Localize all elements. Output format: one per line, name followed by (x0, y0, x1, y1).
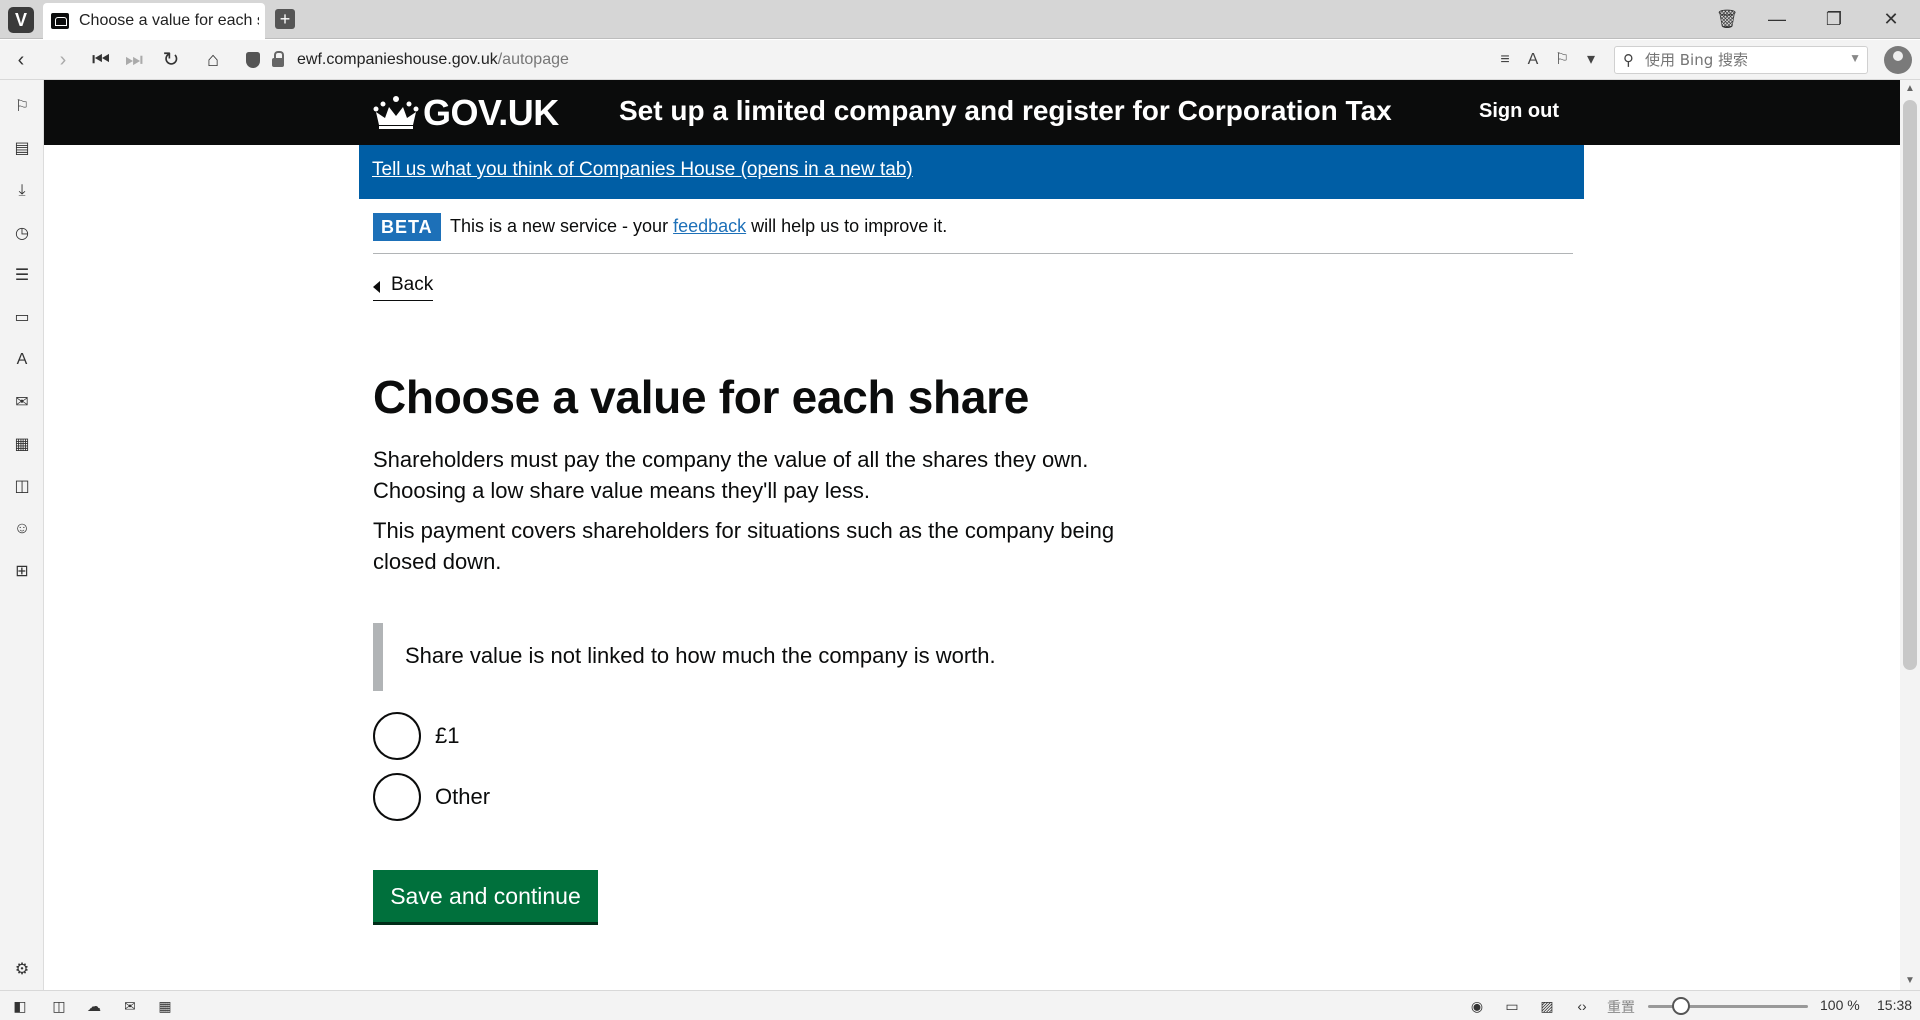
url-text[interactable]: ewf.companieshouse.gov.uk/autopage (297, 51, 569, 69)
page-tiling-icon[interactable]: ▭ (1502, 997, 1522, 1015)
translate-panel-icon[interactable]: A (11, 349, 33, 371)
clock: 15:38 (1877, 997, 1913, 1013)
notes-icon[interactable]: ☰ (11, 265, 33, 287)
bookmark-icon[interactable]: ⚐ (1551, 48, 1573, 72)
minimize-button[interactable]: — (1762, 6, 1792, 32)
vivaldi-menu-icon[interactable]: V (8, 7, 34, 33)
tab-tiling-icon[interactable]: ◫ (49, 997, 69, 1015)
shield-icon[interactable] (246, 52, 260, 68)
browser-status-bar: ◧ ◫ ☁ ✉ ▦ ◉ ▭ ▨ ‹› 重置 100 % 15:38 (0, 990, 1920, 1020)
capture-camera-icon[interactable]: ◉ (1467, 997, 1487, 1015)
inset-text-box: Share value is not linked to how much th… (373, 623, 1173, 691)
window-panel-icon[interactable]: ▭ (11, 307, 33, 329)
save-and-continue-button[interactable]: Save and continue (373, 870, 598, 922)
search-engine-dropdown-icon[interactable]: ▼ (1849, 51, 1861, 65)
feedback-link[interactable]: feedback (673, 216, 746, 236)
lock-icon[interactable] (272, 51, 284, 67)
feeds-icon[interactable]: ◫ (11, 476, 33, 498)
crown-icon (373, 96, 419, 129)
home-icon[interactable]: ⌂ (200, 48, 226, 72)
page-actions-icon[interactable]: ‹› (1572, 997, 1592, 1015)
radio-label[interactable]: Other (435, 784, 490, 810)
profile-avatar-icon[interactable] (1884, 46, 1912, 74)
history-icon[interactable]: ◷ (11, 223, 33, 245)
new-tab-button[interactable]: + (275, 9, 295, 29)
forward-nav-icon[interactable]: › (50, 48, 76, 72)
inset-text: Share value is not linked to how much th… (405, 643, 996, 668)
service-name[interactable]: Set up a limited company and register fo… (619, 95, 1392, 127)
restore-button[interactable]: ❐ (1819, 6, 1849, 32)
zoom-reset-button[interactable]: 重置 (1607, 997, 1635, 1017)
contacts-icon[interactable]: ☺ (11, 518, 33, 540)
page-title: Choose a value for each share (373, 371, 1030, 423)
image-toggle-icon[interactable]: ▨ (1537, 997, 1557, 1015)
govuk-favicon-icon (51, 13, 69, 29)
radio-button[interactable] (373, 773, 421, 821)
bookmarks-panel-icon[interactable]: ⚐ (11, 96, 33, 118)
downloads-icon[interactable]: ⤓ (11, 180, 33, 202)
reader-view-icon[interactable]: ≡ (1494, 48, 1516, 72)
radio-option-one-pound[interactable]: £1 (373, 712, 673, 760)
phase-banner: BETA This is a new service - your feedba… (373, 199, 1573, 254)
dropdown-icon[interactable]: ▾ (1580, 48, 1602, 72)
search-input[interactable] (1645, 49, 1835, 71)
browser-side-panel: ⚐ ▤ ⤓ ◷ ☰ ▭ A ✉ ▦ ◫ ☺ ⊞ ⚙ (0, 80, 44, 990)
back-link[interactable]: Back (373, 273, 434, 301)
tab-title: Choose a value for each share (79, 12, 259, 29)
radio-button[interactable] (373, 712, 421, 760)
zoom-percentage: 100 % (1820, 997, 1860, 1013)
radio-option-other[interactable]: Other (373, 773, 673, 821)
calendar-status-icon[interactable]: ▦ (155, 997, 175, 1015)
zoom-slider-knob[interactable] (1672, 997, 1690, 1015)
mail-icon[interactable]: ✉ (11, 392, 33, 414)
url-field[interactable]: ewf.companieshouse.gov.uk/autopage (240, 46, 1610, 74)
browser-tab-active[interactable]: Choose a value for each share (43, 3, 265, 39)
feedback-banner: Tell us what you think of Companies Hous… (359, 145, 1584, 199)
phase-banner-text: This is a new service - your feedback wi… (450, 216, 948, 236)
back-chevron-icon (373, 281, 380, 293)
browser-tab-bar: V Choose a value for each share + 🗑 — ❐ … (0, 0, 1920, 39)
govuk-header: GOV.UK Set up a limited company and regi… (44, 80, 1900, 145)
fast-forward-icon[interactable]: ⏭ (121, 48, 147, 72)
beta-tag: BETA (373, 213, 441, 241)
explanation-paragraph: This payment covers shareholders for sit… (373, 518, 1115, 574)
radio-label[interactable]: £1 (435, 723, 459, 749)
search-box[interactable]: ⚲ ▼ (1614, 46, 1868, 74)
rewind-icon[interactable]: ⏮ (88, 48, 114, 72)
close-window-button[interactable]: ✕ (1876, 6, 1906, 32)
back-nav-icon[interactable]: ‹ (8, 48, 34, 72)
reading-list-icon[interactable]: ▤ (11, 138, 33, 160)
sign-out-link[interactable]: Sign out (1479, 100, 1559, 123)
search-icon: ⚲ (1623, 52, 1634, 69)
web-page: GOV.UK Set up a limited company and regi… (44, 80, 1900, 990)
calendar-icon[interactable]: ▦ (11, 434, 33, 456)
govuk-logo[interactable]: GOV.UK (423, 92, 559, 134)
add-web-panel-icon[interactable]: ⊞ (11, 561, 33, 583)
scroll-up-icon[interactable]: ▲ (1904, 83, 1916, 94)
translate-icon[interactable]: A (1522, 48, 1544, 72)
scroll-down-icon[interactable]: ▼ (1904, 975, 1916, 986)
cloud-sync-icon[interactable]: ☁ (84, 997, 104, 1015)
panel-toggle-icon[interactable]: ◧ (10, 997, 30, 1015)
feedback-survey-link[interactable]: Tell us what you think of Companies Hous… (372, 159, 913, 181)
trash-icon[interactable]: 🗑 (1712, 6, 1742, 32)
settings-gear-icon[interactable]: ⚙ (11, 959, 33, 981)
reload-icon[interactable]: ↻ (158, 48, 184, 72)
page-scrollbar[interactable]: ▲ ▼ (1900, 80, 1920, 990)
scroll-thumb[interactable] (1903, 100, 1917, 670)
intro-paragraph: Shareholders must pay the company the va… (373, 447, 1089, 503)
mail-status-icon[interactable]: ✉ (120, 997, 140, 1015)
address-bar: ‹ › ⏮ ⏭ ↻ ⌂ ewf.companieshouse.gov.uk/au… (0, 40, 1920, 80)
